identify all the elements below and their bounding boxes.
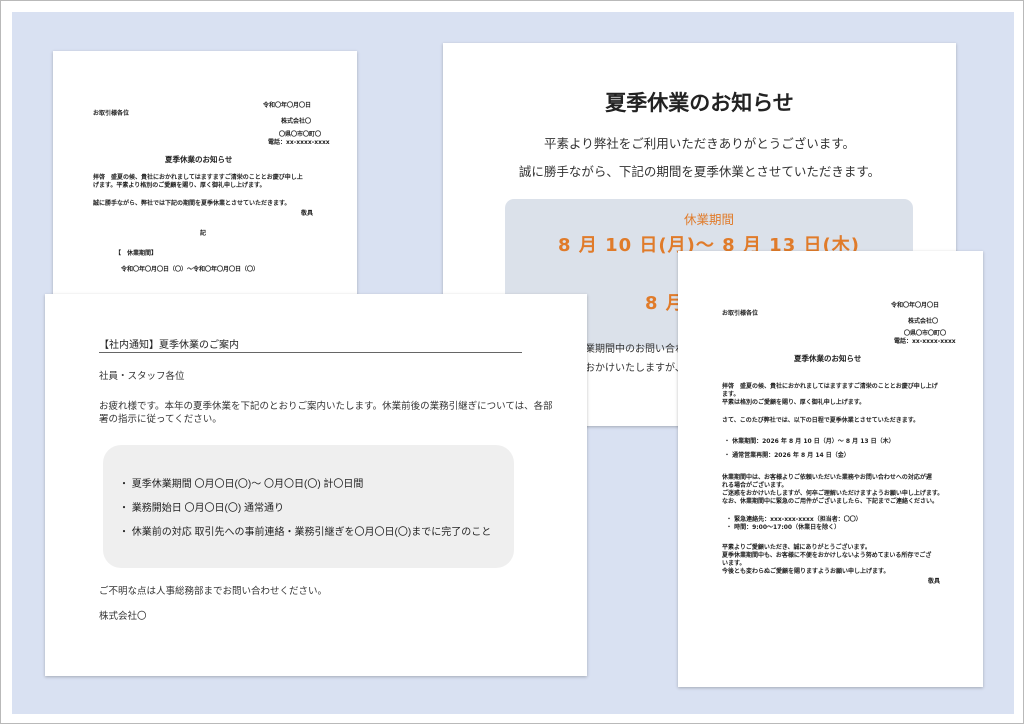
document-internal-notice: 【社内通知】夏季休業のご案内 社員・スタッフ各位 お疲れ様です。本年の夏季休業を… [45, 294, 587, 676]
bullet-resume-date: ・ 通常営業再開：2026 年 8 月 14 日（金） [724, 452, 850, 459]
document-title: 夏季休業のお知らせ [165, 155, 233, 164]
contact-text: ご不明な点は人事総務部までお問い合わせください。 [99, 586, 328, 597]
document-title: 夏季休業のお知らせ [605, 91, 794, 115]
intro-line-2: 誠に勝手ながら、下記の期間を夏季休業とさせていただきます。 [518, 164, 881, 179]
greeting-line-2: げます。平素より格別のご愛顧を賜り、厚く御礼申し上げます。 [93, 182, 266, 189]
period-value: 令和〇年〇月〇日（〇）～令和〇年〇月〇日（〇） [121, 266, 260, 273]
contact-hours: ・ 時間：9:00～17:00（休業日を除く） [726, 524, 841, 531]
period-label: 休業期間 [683, 212, 734, 227]
details-box: ・ 夏季休業期間 〇月〇日(〇)～ 〇月〇日(〇) 計〇日間 ・ 業務開始日 〇… [103, 445, 514, 568]
greeting-line-3: 平素は格別のご愛顧を賜り、厚く御礼申し上げます。 [722, 399, 866, 406]
date-text: 令和〇年〇月〇日 [263, 102, 312, 109]
company-text: 株式会社〇 [908, 318, 939, 325]
closing-text: 敬具 [928, 578, 941, 585]
greeting-line-1: 拝啓 盛夏の候、貴社におかれましてはますますご清栄のこととお慶び申し上げ [722, 383, 938, 390]
closing-text: 敬具 [301, 210, 314, 217]
ki-text: 記 [200, 230, 207, 237]
list-item: ・ 夏季休業期間 〇月〇日(〇)～ 〇月〇日(〇) 計〇日間 [119, 479, 364, 490]
intro-line-1: お疲れ様です。本年の夏季休業を下記のとおりご案内いたします。休業前後の業務引継ぎ… [99, 401, 553, 412]
document-business-notice-small: 令和〇年〇月〇日 お取引様各位 株式会社〇 〇県〇市〇町〇 電話：xx-xxxx… [53, 51, 357, 301]
recipient-text: お取引様各位 [93, 110, 130, 117]
list-item: ・ 休業前の対応 取引先への事前連絡・業務引継ぎを〇月〇日(〇)までに完了のこと [119, 527, 492, 538]
thanks-line-2: 夏季休業期間中も、お客様に不便をおかけしないよう努めてまいる所存でござ [722, 552, 932, 559]
intro-line-2: 署の指示に従ってください。 [99, 414, 222, 425]
phone-text: 電話：xx-xxxx-xxxx [268, 139, 330, 146]
company-text: 株式会社〇 [99, 611, 147, 622]
document-title: 夏季休業のお知らせ [794, 354, 862, 363]
thanks-line-4: 今後とも変わらぬご愛顧を賜りますようお願い申し上げます。 [722, 568, 890, 575]
company-text: 株式会社〇 [281, 118, 312, 125]
period-label: 【 休業期間】 [115, 250, 158, 257]
screenshot-frame: 令和〇年〇月〇日 お取引様各位 株式会社〇 〇県〇市〇町〇 電話：xx-xxxx… [0, 0, 1024, 724]
phone-text: 電話：xx-xxxx-xxxx [894, 338, 956, 345]
recipient-text: お取引様各位 [722, 310, 759, 317]
list-item: ・ 業務開始日 〇月〇日(〇) 通常通り [119, 503, 284, 514]
notice-fragment-1: 業期間中のお問い合わ [585, 344, 685, 355]
bullet-closure-period: ・ 休業期間：2026 年 8 月 10 日（月）～ 8 月 13 日（木） [724, 438, 895, 445]
date-text: 令和〇年〇月〇日 [891, 302, 940, 309]
note-line-4: なお、休業期間中に緊急のご用件がございましたら、下記までご連絡ください。 [722, 498, 939, 505]
intro-line-1: 平素より弊社をご利用いただきありがとうございます。 [543, 136, 855, 151]
title-divider [99, 352, 522, 353]
document-business-notice-detailed: 令和〇年〇月〇日 お取引様各位 株式会社〇 〇県〇市〇町〇 電話：xx-xxxx… [678, 251, 983, 687]
document-title: 【社内通知】夏季休業のご案内 [99, 340, 239, 351]
body-text: 誠に勝手ながら、弊社では下記の期間を夏季休業とさせていただきます。 [93, 200, 291, 207]
body-text: さて、このたび弊社では、以下の日程で夏季休業とさせていただきます。 [722, 417, 920, 424]
addressee-text: 社員・スタッフ各位 [99, 371, 185, 382]
